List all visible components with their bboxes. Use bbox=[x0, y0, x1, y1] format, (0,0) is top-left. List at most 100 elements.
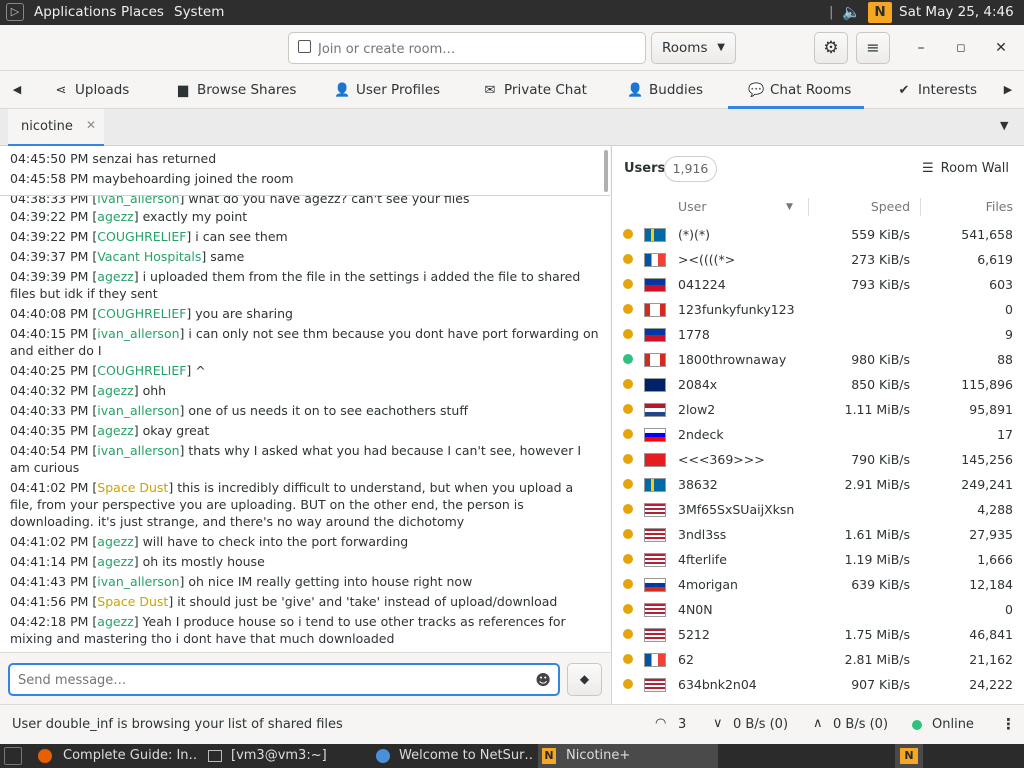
chat-username[interactable]: ivan_allerson bbox=[97, 403, 179, 418]
connection-count[interactable]: 3 bbox=[678, 717, 686, 732]
chat-username[interactable]: Space Dust bbox=[97, 480, 168, 495]
message-field[interactable]: ☻ bbox=[8, 663, 560, 696]
tab-interests[interactable]: ✔ Interests bbox=[896, 71, 978, 109]
tab-buddies[interactable]: 👤 Buddies bbox=[627, 71, 703, 109]
user-row[interactable]: 4N0N 0 bbox=[612, 597, 1024, 622]
chat-message: 04:39:37 PM [Vacant Hospitals] same bbox=[10, 249, 245, 264]
chat-username[interactable]: ivan_allerson bbox=[97, 574, 179, 589]
rooms-dropdown-button[interactable]: Rooms ▼ bbox=[651, 32, 736, 64]
user-row[interactable]: 4morigan 639 KiB/s 12,184 bbox=[612, 572, 1024, 597]
more-options-icon[interactable]: ⋮ bbox=[1001, 715, 1016, 733]
places-menu[interactable]: Places bbox=[121, 4, 164, 20]
user-row[interactable]: 041224 793 KiB/s 603 bbox=[612, 272, 1024, 297]
tabs-scroll-left-icon[interactable]: ◀ bbox=[9, 71, 25, 109]
chat-username[interactable]: agezz bbox=[97, 423, 133, 438]
tab-browse-shares[interactable]: ▆ Browse Shares bbox=[175, 71, 296, 109]
chat-username[interactable]: COUGHRELIEF bbox=[97, 306, 186, 321]
timestamp: 04:40:25 PM bbox=[10, 363, 89, 378]
user-row[interactable]: 3ndl3ss 1.61 MiB/s 27,935 bbox=[612, 522, 1024, 547]
chat-username[interactable]: ivan_allerson bbox=[97, 196, 179, 206]
user-row[interactable]: (*)(*) 559 KiB/s 541,658 bbox=[612, 222, 1024, 247]
away-status-icon bbox=[623, 454, 633, 464]
timestamp: 04:38:33 PM bbox=[10, 196, 89, 206]
room-search-field[interactable] bbox=[288, 32, 646, 64]
chat-username[interactable]: ivan_allerson bbox=[97, 443, 179, 458]
taskbar-item-nicotine[interactable]: N Nicotine+ bbox=[538, 744, 718, 768]
user-row[interactable]: 2low2 1.11 MiB/s 95,891 bbox=[612, 397, 1024, 422]
taskbar-item-netsurf[interactable]: Welcome to NetSur… bbox=[370, 744, 534, 768]
tab-user-profiles[interactable]: 👤 User Profiles bbox=[334, 71, 440, 109]
chat-username[interactable]: agezz bbox=[97, 614, 133, 629]
user-row[interactable]: <<<369>>> 790 KiB/s 145,256 bbox=[612, 447, 1024, 472]
chat-username[interactable]: agezz bbox=[97, 383, 133, 398]
user-row[interactable]: 123funkyfunky123 0 bbox=[612, 297, 1024, 322]
user-row[interactable]: 634bnk2n04 907 KiB/s 24,222 bbox=[612, 672, 1024, 697]
chat-message: 04:39:22 PM [agezz] exactly my point bbox=[10, 209, 248, 224]
help-button[interactable]: ◆ bbox=[567, 663, 602, 696]
user-row[interactable]: 2ndeck 17 bbox=[612, 422, 1024, 447]
user-row[interactable]: 3Mf65SxSUaijXksn 4,288 bbox=[612, 497, 1024, 522]
room-tab-nicotine[interactable]: nicotine ✕ bbox=[8, 109, 104, 146]
preferences-button[interactable]: ⚙ bbox=[814, 32, 848, 64]
user-files: 115,896 bbox=[961, 377, 1013, 392]
chat-username[interactable]: COUGHRELIEF bbox=[97, 229, 186, 244]
system-menu[interactable]: System bbox=[174, 4, 224, 20]
chat-message: 04:39:39 PM [agezz] i uploaded them from… bbox=[10, 269, 581, 301]
minimize-button[interactable]: – bbox=[911, 38, 931, 58]
tabs-scroll-right-icon[interactable]: ▶ bbox=[1000, 71, 1016, 109]
user-row[interactable]: ><((((*> 273 KiB/s 6,619 bbox=[612, 247, 1024, 272]
applications-menu[interactable]: Applications bbox=[34, 4, 116, 20]
chat-username[interactable]: Space Dust bbox=[97, 594, 168, 609]
chat-username[interactable]: ivan_allerson bbox=[97, 326, 179, 341]
user-row[interactable]: 4fterlife 1.19 MiB/s 1,666 bbox=[612, 547, 1024, 572]
user-row[interactable]: 5212 1.75 MiB/s 46,841 bbox=[612, 622, 1024, 647]
maximize-button[interactable]: ◻ bbox=[951, 38, 971, 58]
chat-username[interactable]: agezz bbox=[97, 534, 133, 549]
tab-private-chat[interactable]: ✉ Private Chat bbox=[482, 71, 587, 109]
chat-text: i can see them bbox=[195, 229, 288, 244]
chat-username[interactable]: agezz bbox=[97, 209, 133, 224]
main-menu-button[interactable]: ≡ bbox=[856, 32, 890, 64]
volume-icon[interactable]: 🔈 bbox=[842, 0, 861, 25]
room-wall-button[interactable]: ☰ Room Wall bbox=[922, 161, 1009, 176]
user-speed: 1.11 MiB/s bbox=[844, 402, 910, 417]
speed-column-header[interactable]: Speed bbox=[871, 194, 910, 220]
user-row[interactable]: 2084x 850 KiB/s 115,896 bbox=[612, 372, 1024, 397]
chat-username[interactable]: Vacant Hospitals bbox=[97, 249, 201, 264]
tab-chat-rooms[interactable]: 💬 Chat Rooms bbox=[728, 71, 864, 109]
apps-menu-icon[interactable]: ▷ bbox=[6, 3, 24, 21]
country-flag-icon bbox=[644, 578, 666, 592]
online-status[interactable]: Online bbox=[932, 717, 974, 732]
user-row[interactable]: 1800thrownaway 980 KiB/s 88 bbox=[612, 347, 1024, 372]
user-name: 62 bbox=[678, 652, 694, 667]
user-column-header[interactable]: User bbox=[678, 194, 707, 220]
taskbar-item-firefox[interactable]: Complete Guide: In… bbox=[34, 744, 198, 768]
files-column-header[interactable]: Files bbox=[986, 194, 1013, 220]
clock[interactable]: Sat May 25, 4:46 PM bbox=[899, 0, 1024, 45]
upload-speed[interactable]: 0 B/s (0) bbox=[833, 717, 888, 732]
tray-nicotine-item[interactable]: N bbox=[895, 744, 923, 768]
user-row[interactable]: 1778 9 bbox=[612, 322, 1024, 347]
message-input[interactable] bbox=[18, 671, 528, 689]
show-desktop-icon[interactable] bbox=[4, 747, 22, 765]
download-icon: ∨ bbox=[713, 716, 723, 731]
user-row[interactable]: 62 2.81 MiB/s 21,162 bbox=[612, 647, 1024, 672]
room-tabs-menu-icon[interactable]: ▼ bbox=[1000, 119, 1008, 132]
room-search-input[interactable] bbox=[318, 39, 638, 59]
close-tab-icon[interactable]: ✕ bbox=[86, 118, 96, 132]
chat-text: will have to check into the port forward… bbox=[142, 534, 409, 549]
user-row[interactable]: 38632 2.91 MiB/s 249,241 bbox=[612, 472, 1024, 497]
chat-username[interactable]: COUGHRELIEF bbox=[97, 363, 186, 378]
download-speed[interactable]: 0 B/s (0) bbox=[733, 717, 788, 732]
tab-uploads[interactable]: ⋖ Uploads bbox=[53, 71, 130, 109]
away-status-icon bbox=[623, 654, 633, 664]
scrollbar[interactable] bbox=[604, 150, 608, 192]
emoji-icon[interactable]: ☻ bbox=[535, 671, 551, 689]
nicotine-icon: N bbox=[900, 748, 918, 764]
chat-username[interactable]: agezz bbox=[97, 269, 133, 284]
taskbar-item-terminal[interactable]: [vm3@vm3:~] bbox=[204, 744, 364, 768]
close-window-button[interactable]: ✕ bbox=[991, 38, 1011, 58]
chat-username[interactable]: agezz bbox=[97, 554, 133, 569]
minimize-icon: – bbox=[917, 40, 925, 56]
nicotine-tray-icon[interactable]: N bbox=[868, 2, 892, 23]
